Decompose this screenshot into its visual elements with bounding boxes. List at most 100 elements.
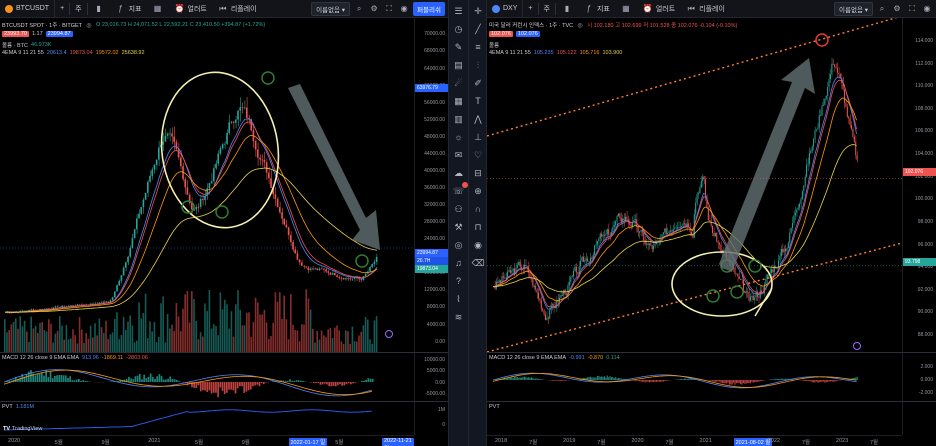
volume-bar [105, 320, 107, 352]
notifications-icon[interactable]: ☏ [452, 182, 468, 198]
fullscreen-icon[interactable]: ⛶ [383, 3, 395, 15]
add-symbol-button[interactable]: + [523, 0, 537, 18]
camera-icon[interactable]: ◉ [398, 3, 410, 15]
trash-icon[interactable]: ⌫ [471, 256, 485, 270]
cloud-icon[interactable]: ☁ [452, 166, 466, 180]
watchlist-icon[interactable]: ☰ [452, 4, 466, 18]
lock-icon[interactable]: ⊓ [471, 220, 485, 234]
macd-histogram-bar [528, 377, 530, 380]
calendar-icon[interactable]: ▦ [452, 94, 466, 108]
add-symbol-button[interactable]: + [55, 0, 69, 18]
ruler-icon[interactable]: ⊟ [471, 166, 485, 180]
indicators-button[interactable]: ƒ 지표 [110, 0, 147, 18]
fib-icon[interactable]: ⫶ [471, 58, 485, 72]
left-time-axis[interactable]: 2020 5월 9월 2021 5월 9월 2022-01-17 일 5월 2022-11-21… [0, 435, 414, 446]
candle-body [186, 187, 189, 195]
settings-gear-icon[interactable]: ⚙ [891, 3, 903, 15]
lightbulb-icon[interactable]: ☼ [452, 130, 466, 144]
layers-icon[interactable]: ≋ [452, 310, 466, 324]
left-price-axis[interactable]: 70000.0068000.0064000.0060000.0056000.00… [414, 18, 448, 352]
macd-histogram-bar [603, 376, 606, 380]
bell-icon[interactable]: ♫ [452, 256, 466, 270]
search-icon[interactable]: ⌕ [876, 3, 888, 15]
symbol-search-button[interactable]: DXY [487, 0, 524, 18]
search-icon[interactable]: ⌕ [353, 3, 365, 15]
dxy-chart-pane[interactable]: DXY + 주 ▮ ƒ 지표 ▦ ⏰ 얼러트 ⏮ 리플레이 이름없음 ▾ ⌕ ⚙ ⛶ … [487, 0, 936, 446]
symbol-search-button[interactable]: BTCUSDT [0, 0, 56, 18]
alerts-clock-icon[interactable]: ◷ [452, 22, 466, 36]
right-pvt-axis[interactable] [902, 402, 936, 435]
candle-body [507, 271, 509, 278]
trend-line-icon[interactable]: ╱ [471, 22, 485, 36]
btc-macd-panel[interactable] [0, 353, 414, 401]
templates-button[interactable]: ▦ [147, 0, 169, 18]
annotation-arrow[interactable] [719, 58, 815, 272]
signal-icon[interactable]: ⚇ [452, 202, 466, 216]
hotlist-icon[interactable]: ☄ [452, 76, 466, 90]
pattern-icon[interactable]: ⋀ [471, 112, 485, 126]
ideas-icon[interactable]: ✎ [452, 40, 466, 54]
measure-icon[interactable]: ⊥ [471, 130, 485, 144]
chart-type-button[interactable]: ▮ [88, 0, 110, 18]
candle-body [780, 249, 782, 257]
alert-button[interactable]: ⏰ 얼러트 [637, 0, 680, 18]
fullscreen-icon[interactable]: ⛶ [906, 3, 918, 15]
interval-button[interactable]: 주 [70, 0, 86, 18]
volume-bar [28, 341, 30, 352]
layout-name-button[interactable]: 이름없음 ▾ [311, 1, 351, 16]
interval-button[interactable]: 주 [539, 0, 555, 18]
data-window-icon[interactable]: ▤ [452, 58, 466, 72]
news-icon[interactable]: ▥ [452, 112, 466, 126]
rocket-icon[interactable]: ⚒ [452, 220, 466, 234]
candle-body [682, 223, 684, 227]
right-price-axis[interactable]: 114.000 112.000 110.000 108.000 106.000 104.0… [902, 18, 936, 352]
dxy-macd-panel[interactable] [487, 353, 902, 401]
macd-histogram-bar [723, 380, 725, 384]
btc-pvt-panel[interactable] [0, 402, 414, 435]
annotation-circle[interactable] [261, 71, 275, 85]
replay-button[interactable]: ⏮ 리플레이 [212, 0, 262, 18]
dxy-pvt-panel[interactable] [487, 402, 902, 435]
volume-bar [237, 290, 239, 352]
annotation-circle[interactable] [730, 285, 744, 299]
event-marker-icon[interactable] [385, 330, 393, 338]
magnet-icon[interactable]: ∩ [471, 202, 485, 216]
camera-icon[interactable]: ◉ [921, 3, 933, 15]
templates-button[interactable]: ▦ [615, 0, 637, 18]
heart-icon[interactable]: ♡ [471, 148, 485, 162]
annotation-circle[interactable] [815, 33, 829, 47]
horizontal-lines-icon[interactable]: ≡ [471, 40, 485, 54]
text-icon[interactable]: T [471, 94, 485, 108]
left-pvt-axis[interactable]: 1M 0 [414, 402, 448, 435]
right-macd-axis[interactable]: 2.000 0.000 -2.000 [902, 353, 936, 401]
replay-button[interactable]: ⏮ 리플레이 [680, 0, 730, 18]
zoom-icon[interactable]: ⊕ [471, 184, 485, 198]
chat-icon[interactable]: ✉ [452, 148, 466, 162]
trend-icon[interactable]: ⌇ [452, 292, 466, 306]
broadcast-icon[interactable]: ◎ [452, 238, 466, 252]
candle-body [221, 144, 224, 149]
price-tick-label: 0 [442, 421, 445, 428]
left-macd-axis[interactable]: 10000.00 5000.00 0.00 -5000.00 [414, 353, 448, 401]
alert-button[interactable]: ⏰ 얼러트 [169, 0, 212, 18]
time-tick-label: 7월 [870, 440, 879, 446]
help-icon[interactable]: ? [452, 274, 466, 288]
annotation-arrow[interactable] [288, 84, 380, 250]
annotation-circle[interactable] [215, 205, 229, 219]
chart-type-button[interactable]: ▮ [556, 0, 578, 18]
settings-gear-icon[interactable]: ⚙ [368, 3, 380, 15]
indicators-button[interactable]: ƒ 지표 [578, 0, 615, 18]
volume-bar [127, 321, 129, 352]
layout-name-button[interactable]: 이름없음 ▾ [834, 1, 873, 16]
dxy-candlestick-chart[interactable] [487, 18, 902, 352]
publish-button[interactable]: 퍼블리쉬 [413, 1, 445, 16]
eye-icon[interactable]: ◉ [471, 238, 485, 252]
btc-chart-pane[interactable]: BTCUSDT + 주 ▮ ƒ 지표 ▦ ⏰ 얼러트 ⏮ 리플레이 이름없음 ▾ ⌕ … [0, 0, 448, 446]
brush-icon[interactable]: ✐ [471, 76, 485, 90]
event-marker-icon[interactable] [853, 342, 861, 350]
crosshair-icon[interactable]: ✛ [471, 4, 485, 18]
right-time-axis[interactable]: 2018 7월 2019 7월 2020 7월 2021 2021-08-02 월 2022 7월… [487, 435, 902, 446]
annotation-circle[interactable] [355, 254, 369, 268]
btc-candlestick-chart[interactable] [0, 18, 414, 352]
annotation-circle[interactable] [706, 289, 720, 303]
